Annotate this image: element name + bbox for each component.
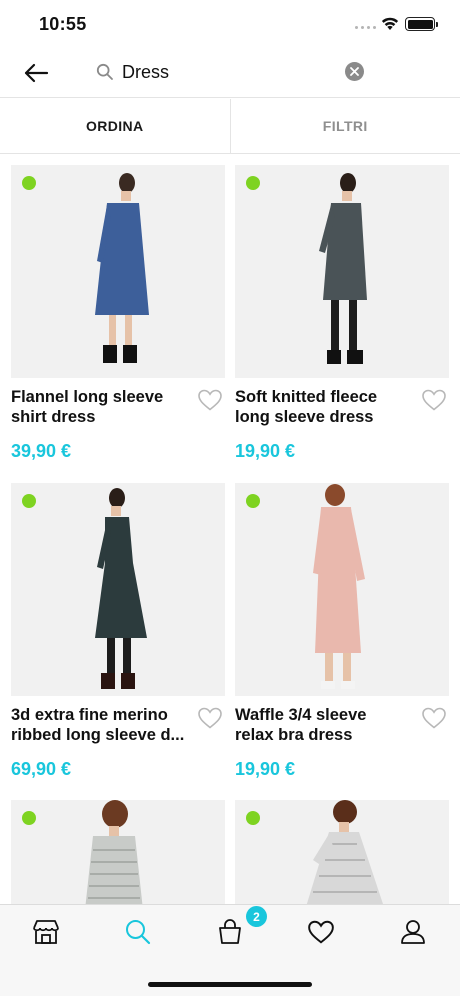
- product-title: 3d extra fine merino ribbed long sleeve …: [11, 706, 185, 744]
- back-button[interactable]: [22, 60, 50, 86]
- home-indicator: [148, 982, 312, 987]
- product-price: 69,90 €: [11, 759, 72, 779]
- status-time: 10:55: [39, 14, 87, 34]
- favorite-button[interactable]: [197, 388, 223, 412]
- availability-dot: [22, 811, 36, 825]
- product-image[interactable]: [235, 800, 449, 904]
- product-image[interactable]: [235, 483, 449, 696]
- bag-icon: [219, 919, 241, 944]
- product-card[interactable]: [11, 800, 225, 904]
- product-card[interactable]: Flannel long sleeve shirt dress 39,90 €: [11, 165, 225, 461]
- search-icon: [126, 920, 151, 945]
- availability-dot: [22, 494, 36, 508]
- heart-icon: [198, 389, 222, 411]
- product-title: Soft knitted fleece long sleeve dress: [235, 388, 378, 426]
- battery-icon: [405, 17, 438, 31]
- search-icon: [96, 63, 113, 80]
- wifi-icon: [381, 17, 399, 30]
- cart-badge: 2: [246, 906, 267, 927]
- close-icon: [350, 67, 359, 76]
- product-title: Waffle 3/4 sleeve relax bra dress: [235, 706, 367, 744]
- product-card[interactable]: Soft knitted fleece long sleeve dress 19…: [235, 165, 449, 461]
- clear-search-button[interactable]: [345, 62, 364, 81]
- store-icon: [33, 920, 59, 944]
- product-card[interactable]: 3d extra fine merino ribbed long sleeve …: [11, 483, 225, 779]
- sort-filter-bar: ORDINA FILTRI: [0, 99, 460, 154]
- availability-dot: [246, 176, 260, 190]
- model-photo: [319, 173, 367, 364]
- product-card[interactable]: [235, 800, 449, 904]
- product-image[interactable]: [235, 165, 449, 378]
- tab-store[interactable]: [30, 917, 62, 947]
- model-photo: [95, 173, 149, 363]
- model-photo: [95, 488, 147, 689]
- model-photo: [306, 800, 383, 904]
- filter-button[interactable]: FILTRI: [231, 99, 460, 153]
- product-image[interactable]: [11, 483, 225, 696]
- search-header: [0, 48, 460, 98]
- availability-dot: [22, 176, 36, 190]
- product-card[interactable]: Waffle 3/4 sleeve relax bra dress 19,90 …: [235, 483, 449, 779]
- availability-dot: [246, 811, 260, 825]
- product-price: 19,90 €: [235, 441, 296, 461]
- back-arrow-icon: [24, 63, 49, 83]
- product-grid: Flannel long sleeve shirt dress 39,90 € …: [0, 154, 460, 904]
- product-image[interactable]: [11, 165, 225, 378]
- product-image[interactable]: [11, 800, 225, 904]
- tab-favorites[interactable]: [305, 917, 337, 947]
- favorite-button[interactable]: [421, 706, 447, 730]
- tab-bag[interactable]: [214, 917, 246, 947]
- sort-button[interactable]: ORDINA: [0, 99, 231, 153]
- model-photo: [85, 800, 143, 904]
- product-title: Flannel long sleeve shirt dress: [11, 388, 164, 426]
- availability-dot: [246, 494, 260, 508]
- product-price: 39,90 €: [11, 441, 72, 461]
- heart-icon: [422, 389, 446, 411]
- profile-icon: [401, 920, 425, 944]
- tab-profile[interactable]: [397, 917, 429, 947]
- tab-search[interactable]: [122, 917, 154, 947]
- heart-icon: [308, 920, 334, 944]
- heart-icon: [422, 707, 446, 729]
- favorite-button[interactable]: [197, 706, 223, 730]
- cellular-signal-icon: [355, 26, 376, 29]
- status-bar: 10:55: [0, 0, 460, 48]
- search-input[interactable]: [122, 59, 332, 85]
- product-price: 19,90 €: [235, 759, 296, 779]
- favorite-button[interactable]: [421, 388, 447, 412]
- model-photo: [313, 484, 365, 689]
- heart-icon: [198, 707, 222, 729]
